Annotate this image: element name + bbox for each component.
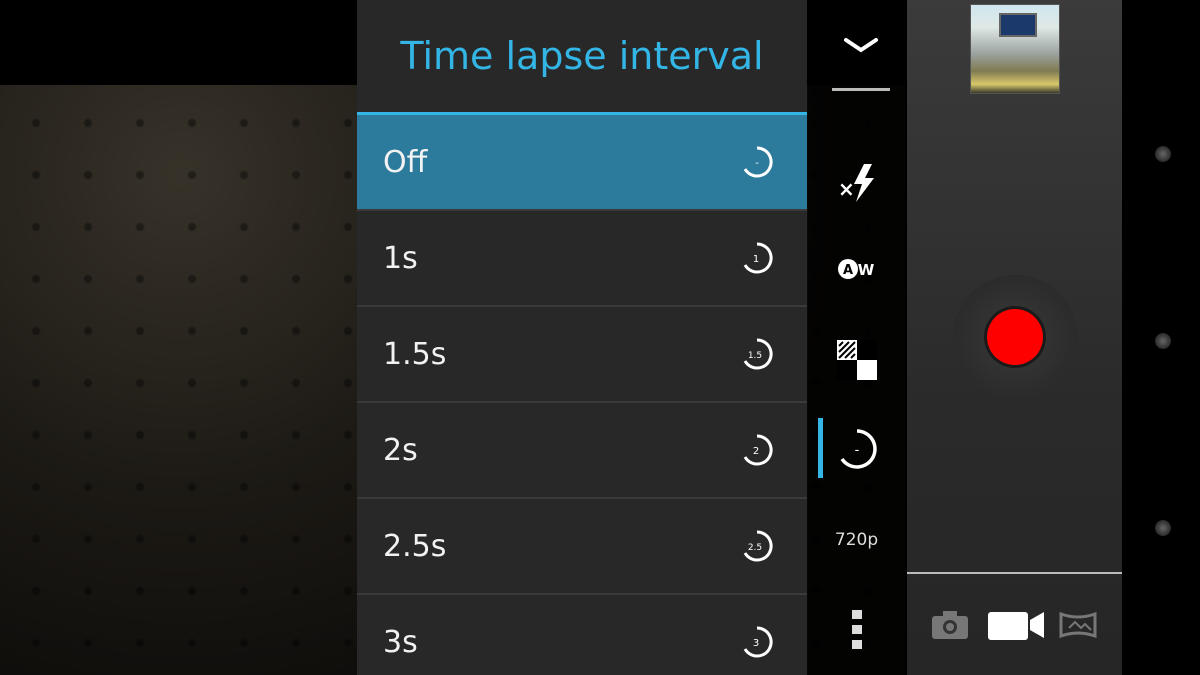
option-label: 1s bbox=[383, 240, 418, 276]
option-1-5s[interactable]: 1.5s 1.5 bbox=[357, 307, 807, 403]
last-capture-thumbnail[interactable] bbox=[970, 4, 1060, 94]
timer-icon: 1.5 bbox=[739, 336, 775, 372]
video-quality-button[interactable]: 720p bbox=[808, 505, 905, 575]
svg-text:×: × bbox=[838, 177, 855, 201]
nav-recents-button[interactable] bbox=[1155, 520, 1171, 536]
svg-text:W: W bbox=[857, 261, 874, 279]
mode-switcher bbox=[907, 600, 1122, 650]
chevron-down-icon bbox=[844, 38, 878, 53]
photo-mode-icon bbox=[932, 611, 968, 639]
timer-icon: 2 bbox=[739, 432, 775, 468]
timer-icon: - bbox=[739, 144, 775, 180]
mode-divider bbox=[907, 572, 1122, 574]
photo-mode-button[interactable] bbox=[929, 600, 971, 650]
option-label: Off bbox=[383, 144, 428, 180]
svg-text:2.5: 2.5 bbox=[748, 543, 762, 553]
dialog-title: Time lapse interval bbox=[357, 0, 807, 115]
scene-mode-button[interactable] bbox=[808, 325, 905, 395]
flash-off-button[interactable]: × bbox=[808, 148, 905, 218]
timer-icon: 3 bbox=[739, 624, 775, 660]
collapse-settings-button[interactable] bbox=[808, 0, 905, 90]
option-2-5s[interactable]: 2.5s 2.5 bbox=[357, 499, 807, 595]
time-lapse-icon: - bbox=[840, 429, 877, 469]
svg-text:3: 3 bbox=[753, 638, 759, 649]
option-3s[interactable]: 3s 3 bbox=[357, 595, 807, 675]
svg-text:1: 1 bbox=[753, 254, 759, 265]
video-quality-label: 720p bbox=[834, 530, 879, 550]
option-label: 3s bbox=[383, 624, 418, 660]
time-lapse-button[interactable]: - bbox=[808, 414, 905, 484]
option-2s[interactable]: 2s 2 bbox=[357, 403, 807, 499]
flash-off-icon: × bbox=[838, 164, 874, 202]
more-options-button[interactable] bbox=[808, 595, 905, 665]
panorama-mode-icon bbox=[1059, 611, 1097, 639]
video-mode-icon bbox=[988, 612, 1044, 640]
nav-back-button[interactable] bbox=[1155, 146, 1171, 162]
capture-panel bbox=[907, 0, 1122, 675]
option-label: 2s bbox=[383, 432, 418, 468]
record-button-ring[interactable] bbox=[953, 275, 1077, 399]
timer-icon: 1 bbox=[739, 240, 775, 276]
svg-text:-: - bbox=[755, 158, 759, 169]
option-1s[interactable]: 1s 1 bbox=[357, 211, 807, 307]
svg-text:-: - bbox=[854, 443, 859, 458]
more-options-icon bbox=[851, 610, 862, 649]
camera-settings-strip: × A W - 720p bbox=[808, 0, 905, 675]
panorama-mode-button[interactable] bbox=[1057, 600, 1099, 650]
svg-text:A: A bbox=[842, 263, 852, 278]
nav-home-button[interactable] bbox=[1155, 333, 1171, 349]
svg-text:1.5: 1.5 bbox=[748, 351, 762, 361]
scene-mode-icon bbox=[836, 340, 877, 380]
time-lapse-dialog: Time lapse interval Off - 1s 1 1.5s 1.5 … bbox=[357, 0, 807, 675]
record-button[interactable] bbox=[987, 309, 1043, 365]
svg-text:2: 2 bbox=[753, 446, 759, 457]
timer-icon: 2.5 bbox=[739, 528, 775, 564]
option-label: 1.5s bbox=[383, 336, 447, 372]
video-mode-button[interactable] bbox=[985, 600, 1047, 650]
strip-divider bbox=[832, 88, 890, 91]
option-label: 2.5s bbox=[383, 528, 447, 564]
white-balance-button[interactable]: A W bbox=[808, 234, 905, 304]
auto-white-balance-icon: A W bbox=[837, 259, 874, 279]
option-off[interactable]: Off - bbox=[357, 115, 807, 211]
